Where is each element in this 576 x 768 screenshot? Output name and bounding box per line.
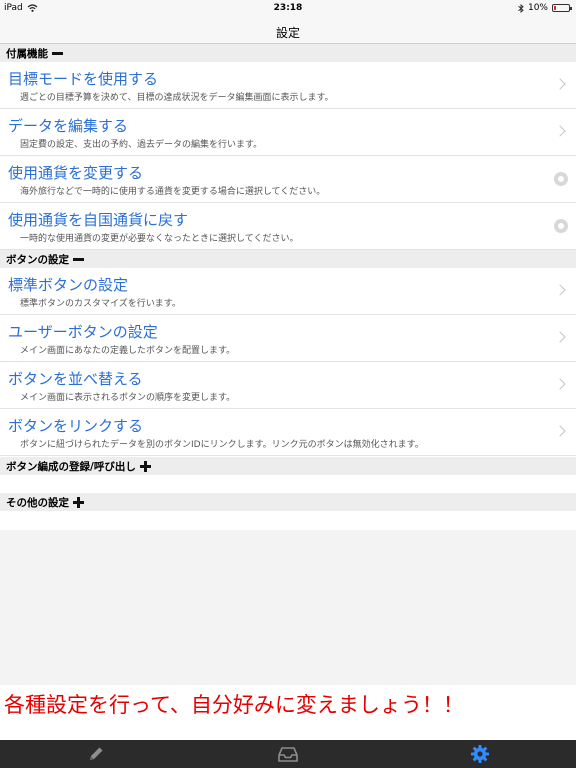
row-subtitle: 週ごとの目標予算を決めて、目標の達成状況をデータ編集画面に表示します。 xyxy=(20,93,334,103)
tab-inbox[interactable] xyxy=(192,740,384,768)
row-subtitle: 固定費の設定、支出の予約、過去データの編集を行います。 xyxy=(20,140,263,150)
empty-area xyxy=(0,530,576,685)
chevron-right-icon xyxy=(554,331,566,343)
section-spacer xyxy=(0,511,576,530)
row-subtitle: ボタンに紐づけられたデータを別のボタンIDにリンクします。リンク元のボタンは無効… xyxy=(20,440,424,450)
section-header-label: その他の設定 xyxy=(6,496,69,509)
row-title: データを編集する xyxy=(8,117,129,135)
chevron-right-icon xyxy=(554,425,566,437)
settings-row-change-currency[interactable]: 使用通貨を変更する 海外旅行などで一時的に使用する通貨を変更する場合に選択してく… xyxy=(0,156,576,203)
chevron-right-icon xyxy=(554,78,566,90)
tab-settings[interactable] xyxy=(384,740,576,768)
chevron-right-icon xyxy=(554,378,566,390)
settings-row-reorder-buttons[interactable]: ボタンを並べ替える メイン画面に表示されるボタンの順序を変更します。 xyxy=(0,362,576,409)
chevron-right-icon xyxy=(554,125,566,137)
bluetooth-icon xyxy=(518,3,524,13)
row-title: 目標モードを使用する xyxy=(8,70,159,88)
plus-icon xyxy=(139,460,151,472)
promo-text: 各種設定を行って、自分好みに変えましょう！！ xyxy=(4,693,464,717)
section-header-label: 付属機能 xyxy=(6,47,48,60)
section-header-accessory[interactable]: 付属機能 xyxy=(0,44,576,62)
section-header-button-layout[interactable]: ボタン編成の登録/呼び出し xyxy=(0,457,576,475)
battery-icon xyxy=(552,4,572,12)
row-subtitle: メイン画面にあなたの定義したボタンを配置します。 xyxy=(20,346,236,356)
section-spacer xyxy=(0,475,576,493)
status-bar: iPad 23:18 10% xyxy=(0,0,576,18)
tab-bar xyxy=(0,740,576,768)
battery-percent: 10% xyxy=(527,3,548,13)
minus-icon xyxy=(73,257,84,261)
row-title: ユーザーボタンの設定 xyxy=(8,323,158,341)
status-time: 23:18 xyxy=(273,3,303,13)
row-title: ボタンを並べ替える xyxy=(8,370,143,388)
settings-row-reset-currency[interactable]: 使用通貨を自国通貨に戻す 一時的な使用通貨の変更が必要なくなったときに選択してく… xyxy=(0,203,576,250)
promo-banner: 各種設定を行って、自分好みに変えましょう！！ xyxy=(0,685,576,740)
settings-row-link-buttons[interactable]: ボタンをリンクする ボタンに紐づけられたデータを別のボタンIDにリンクします。リ… xyxy=(0,409,576,456)
section-header-buttons[interactable]: ボタンの設定 xyxy=(0,250,576,268)
minus-icon xyxy=(52,51,63,55)
row-title: ボタンをリンクする xyxy=(8,417,144,435)
settings-row-goal-mode[interactable]: 目標モードを使用する 週ごとの目標予算を決めて、目標の達成状況をデータ編集画面に… xyxy=(0,62,576,109)
gear-icon xyxy=(471,745,489,763)
navigation-bar: 設定 xyxy=(0,18,576,44)
pencil-icon xyxy=(90,747,103,760)
tab-edit[interactable] xyxy=(0,740,192,768)
row-title: 使用通貨を変更する xyxy=(8,164,144,182)
settings-row-edit-data[interactable]: データを編集する 固定費の設定、支出の予約、過去データの編集を行います。 xyxy=(0,109,576,156)
settings-row-user-buttons[interactable]: ユーザーボタンの設定 メイン画面にあなたの定義したボタンを配置します。 xyxy=(0,315,576,362)
radio-off-icon[interactable] xyxy=(554,172,568,186)
row-title: 使用通貨を自国通貨に戻す xyxy=(8,211,189,229)
row-subtitle: 海外旅行などで一時的に使用する通貨を変更する場合に選択してください。 xyxy=(20,187,326,197)
settings-row-standard-buttons[interactable]: 標準ボタンの設定 標準ボタンのカスタマイズを行います。 xyxy=(0,268,576,315)
section-header-label: ボタン編成の登録/呼び出し xyxy=(6,460,136,473)
inbox-icon xyxy=(278,747,298,762)
row-title: 標準ボタンの設定 xyxy=(8,276,129,294)
section-header-other[interactable]: その他の設定 xyxy=(0,493,576,511)
battery-fill xyxy=(554,6,556,10)
chevron-right-icon xyxy=(554,284,566,296)
plus-icon xyxy=(73,496,84,508)
radio-off-icon[interactable] xyxy=(554,219,568,233)
row-subtitle: 標準ボタンのカスタマイズを行います。 xyxy=(20,299,181,309)
row-subtitle: メイン画面に表示されるボタンの順序を変更します。 xyxy=(20,393,236,403)
section-header-label: ボタンの設定 xyxy=(6,253,69,266)
row-subtitle: 一時的な使用通貨の変更が必要なくなったときに選択してください。 xyxy=(20,234,299,244)
page-title: 設定 xyxy=(275,26,300,40)
